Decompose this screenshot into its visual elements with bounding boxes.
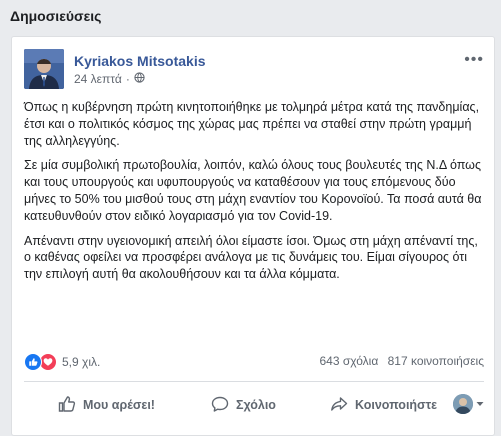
divider <box>24 381 484 382</box>
post-paragraph: Σε μία συμβολική πρωτοβουλία, λοιπόν, κα… <box>24 158 482 223</box>
post-as-selector[interactable] <box>453 394 484 414</box>
section-title: Δημοσιεύσεις <box>10 8 102 24</box>
author-avatar[interactable] <box>24 49 64 89</box>
thumbs-up-icon <box>58 395 76 416</box>
reactions-count[interactable]: 5,9 χιλ. <box>62 355 100 369</box>
comments-count[interactable]: 643 σχόλια <box>319 354 378 368</box>
author-name[interactable]: Kyriakos Mitsotakis <box>74 53 206 69</box>
comment-icon <box>211 395 229 416</box>
post-stats: 5,9 χιλ. 643 σχόλια 817 κοινοποιήσεις <box>24 353 484 373</box>
post-header: Kyriakos Mitsotakis 24 λεπτά · ••• <box>24 49 484 89</box>
post-card: Kyriakos Mitsotakis 24 λεπτά · ••• Όπως … <box>11 36 495 436</box>
viewer-avatar <box>453 394 473 414</box>
post-actions: Μου αρέσει! Σχόλιο Κοινοποιήστε <box>24 389 484 421</box>
comment-button[interactable]: Σχόλιο <box>211 393 276 417</box>
post-body: Όπως η κυβέρνηση πρώτη κινητοποιήθηκε με… <box>24 99 486 291</box>
share-label: Κοινοποιήστε <box>355 398 438 412</box>
comments-shares: 643 σχόλια 817 κοινοποιήσεις <box>313 354 484 368</box>
chevron-down-icon <box>476 395 484 413</box>
like-button[interactable]: Μου αρέσει! <box>58 393 155 417</box>
share-arrow-icon <box>330 395 348 416</box>
reactions-summary[interactable]: 5,9 χιλ. <box>24 353 100 371</box>
like-label: Μου αρέσει! <box>83 398 155 412</box>
more-options-icon[interactable]: ••• <box>464 51 484 69</box>
shares-count[interactable]: 817 κοινοποιήσεις <box>388 354 484 368</box>
post-paragraph: Απέναντι στην υγειονομική απειλή όλοι εί… <box>24 233 478 282</box>
post-time[interactable]: 24 λεπτά <box>74 72 122 86</box>
globe-icon <box>134 72 145 86</box>
post-meta: 24 λεπτά · <box>74 72 145 86</box>
like-reaction-icon <box>24 353 42 371</box>
share-button[interactable]: Κοινοποιήστε <box>330 393 437 417</box>
comment-label: Σχόλιο <box>236 398 276 412</box>
post-paragraph: Όπως η κυβέρνηση πρώτη κινητοποιήθηκε με… <box>24 100 480 148</box>
